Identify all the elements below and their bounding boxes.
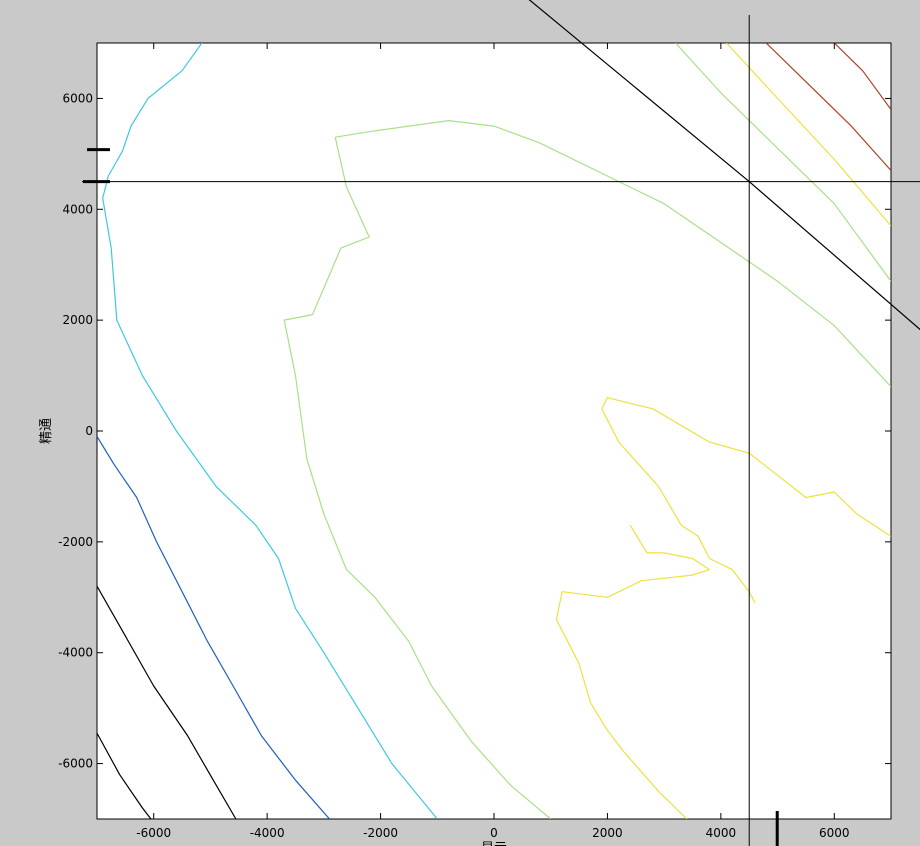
x-tick-label: 0	[490, 826, 498, 840]
plot-area	[96, 42, 892, 820]
x-tick-label: -4000	[250, 826, 285, 840]
contour-figure: -6000 -4000 -2000 0 2000 4000 6000 6000 4000 200…	[0, 0, 920, 846]
x-tick-label: 2000	[592, 826, 623, 840]
y-tick-label: -6000	[58, 757, 93, 771]
x-tick-label: -6000	[136, 826, 171, 840]
y-axis-label: 精通	[39, 418, 54, 444]
x-tick-label: 4000	[706, 826, 737, 840]
y-tick-label: 2000	[62, 313, 93, 327]
y-tick-label: 0	[85, 424, 93, 438]
y-tick-label: 6000	[62, 91, 93, 105]
x-tick-label: -2000	[363, 826, 398, 840]
x-tick-label: 6000	[819, 826, 850, 840]
y-tick-label: 4000	[62, 202, 93, 216]
y-tick-label: -4000	[58, 646, 93, 660]
x-axis-label: 显示	[481, 841, 507, 846]
y-tick-label: -2000	[58, 535, 93, 549]
